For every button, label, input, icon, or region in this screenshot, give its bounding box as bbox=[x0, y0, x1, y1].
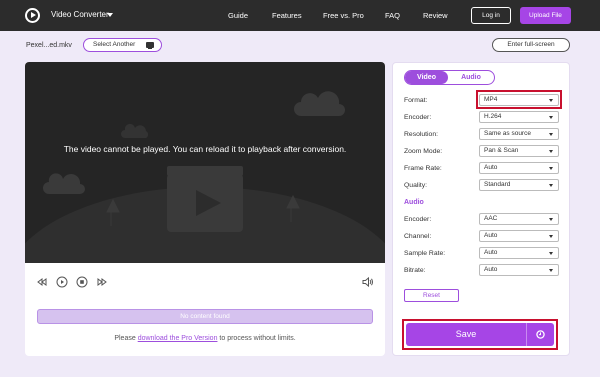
settings-panel: Video Audio Format: MP4 Encoder: H.264 R… bbox=[392, 62, 570, 356]
audio-section-title: Audio bbox=[404, 199, 424, 206]
app-logo-icon[interactable] bbox=[25, 8, 40, 23]
video-area: The video cannot be played. You can relo… bbox=[25, 62, 385, 263]
zoom-mode-label: Zoom Mode: bbox=[404, 148, 443, 155]
pro-note-prefix: Please bbox=[114, 335, 138, 342]
video-message: The video cannot be played. You can relo… bbox=[63, 144, 347, 154]
save-divider bbox=[526, 323, 527, 346]
video-encoder-select[interactable]: H.264 bbox=[479, 111, 559, 123]
volume-icon[interactable] bbox=[362, 276, 374, 288]
fast-forward-icon[interactable] bbox=[96, 276, 108, 288]
nav-features[interactable]: Features bbox=[272, 11, 302, 20]
resolution-label: Resolution: bbox=[404, 131, 439, 138]
format-highlight-box bbox=[476, 90, 562, 109]
rewind-icon[interactable] bbox=[36, 276, 48, 288]
channel-select[interactable]: Auto bbox=[479, 230, 559, 242]
chevron-down-icon[interactable] bbox=[107, 13, 113, 17]
sample-rate-label: Sample Rate: bbox=[404, 250, 446, 257]
no-content-bar: No content found bbox=[37, 309, 373, 324]
upload-file-button[interactable]: Upload File bbox=[520, 7, 571, 24]
login-button[interactable]: Log in bbox=[471, 7, 511, 24]
settings-tabs: Video Audio bbox=[404, 70, 495, 85]
nav-faq[interactable]: FAQ bbox=[385, 11, 400, 20]
nav-review[interactable]: Review bbox=[423, 11, 448, 20]
format-label: Format: bbox=[404, 97, 428, 104]
no-content-label: No content found bbox=[180, 313, 230, 320]
tab-audio[interactable]: Audio bbox=[448, 71, 494, 84]
audio-encoder-label: Encoder: bbox=[404, 216, 432, 223]
pro-note: Please download the Pro Version to proce… bbox=[25, 335, 385, 342]
monitor-icon bbox=[146, 42, 154, 49]
audio-encoder-select[interactable]: AAC bbox=[479, 213, 559, 225]
zoom-mode-select[interactable]: Pan & Scan bbox=[479, 145, 559, 157]
file-name: Pexel...ed.mkv bbox=[26, 42, 72, 49]
resolution-select[interactable]: Same as source bbox=[479, 128, 559, 140]
video-encoder-label: Encoder: bbox=[404, 114, 432, 121]
tab-video[interactable]: Video bbox=[405, 71, 448, 84]
nav-free-vs-pro[interactable]: Free vs. Pro bbox=[323, 11, 364, 20]
reset-button[interactable]: Reset bbox=[404, 289, 459, 302]
video-illustration bbox=[25, 91, 385, 263]
nav-guide[interactable]: Guide bbox=[228, 11, 248, 20]
player-controls bbox=[25, 263, 385, 303]
quality-select[interactable]: Standard bbox=[479, 179, 559, 191]
save-label: Save bbox=[455, 329, 477, 339]
pro-note-suffix: to process without limits. bbox=[217, 335, 296, 342]
player-panel: The video cannot be played. You can relo… bbox=[25, 62, 385, 356]
download-pro-link[interactable]: download the Pro Version bbox=[138, 335, 218, 342]
channel-label: Channel: bbox=[404, 233, 432, 240]
sample-rate-select[interactable]: Auto bbox=[479, 247, 559, 259]
quality-label: Quality: bbox=[404, 182, 428, 189]
top-navbar: Video Converter Guide Features Free vs. … bbox=[0, 0, 600, 31]
bitrate-label: Bitrate: bbox=[404, 267, 426, 274]
select-another-label: Select Another bbox=[93, 41, 136, 48]
stop-icon[interactable] bbox=[76, 276, 88, 288]
save-button[interactable]: Save bbox=[406, 323, 554, 346]
app-title[interactable]: Video Converter bbox=[51, 10, 109, 19]
frame-rate-label: Frame Rate: bbox=[404, 165, 442, 172]
frame-rate-select[interactable]: Auto bbox=[479, 162, 559, 174]
play-icon[interactable] bbox=[56, 276, 68, 288]
clock-icon[interactable] bbox=[536, 330, 545, 339]
fullscreen-button[interactable]: Enter full-screen bbox=[492, 38, 570, 52]
bitrate-select[interactable]: Auto bbox=[479, 264, 559, 276]
select-another-button[interactable]: Select Another bbox=[83, 38, 162, 52]
